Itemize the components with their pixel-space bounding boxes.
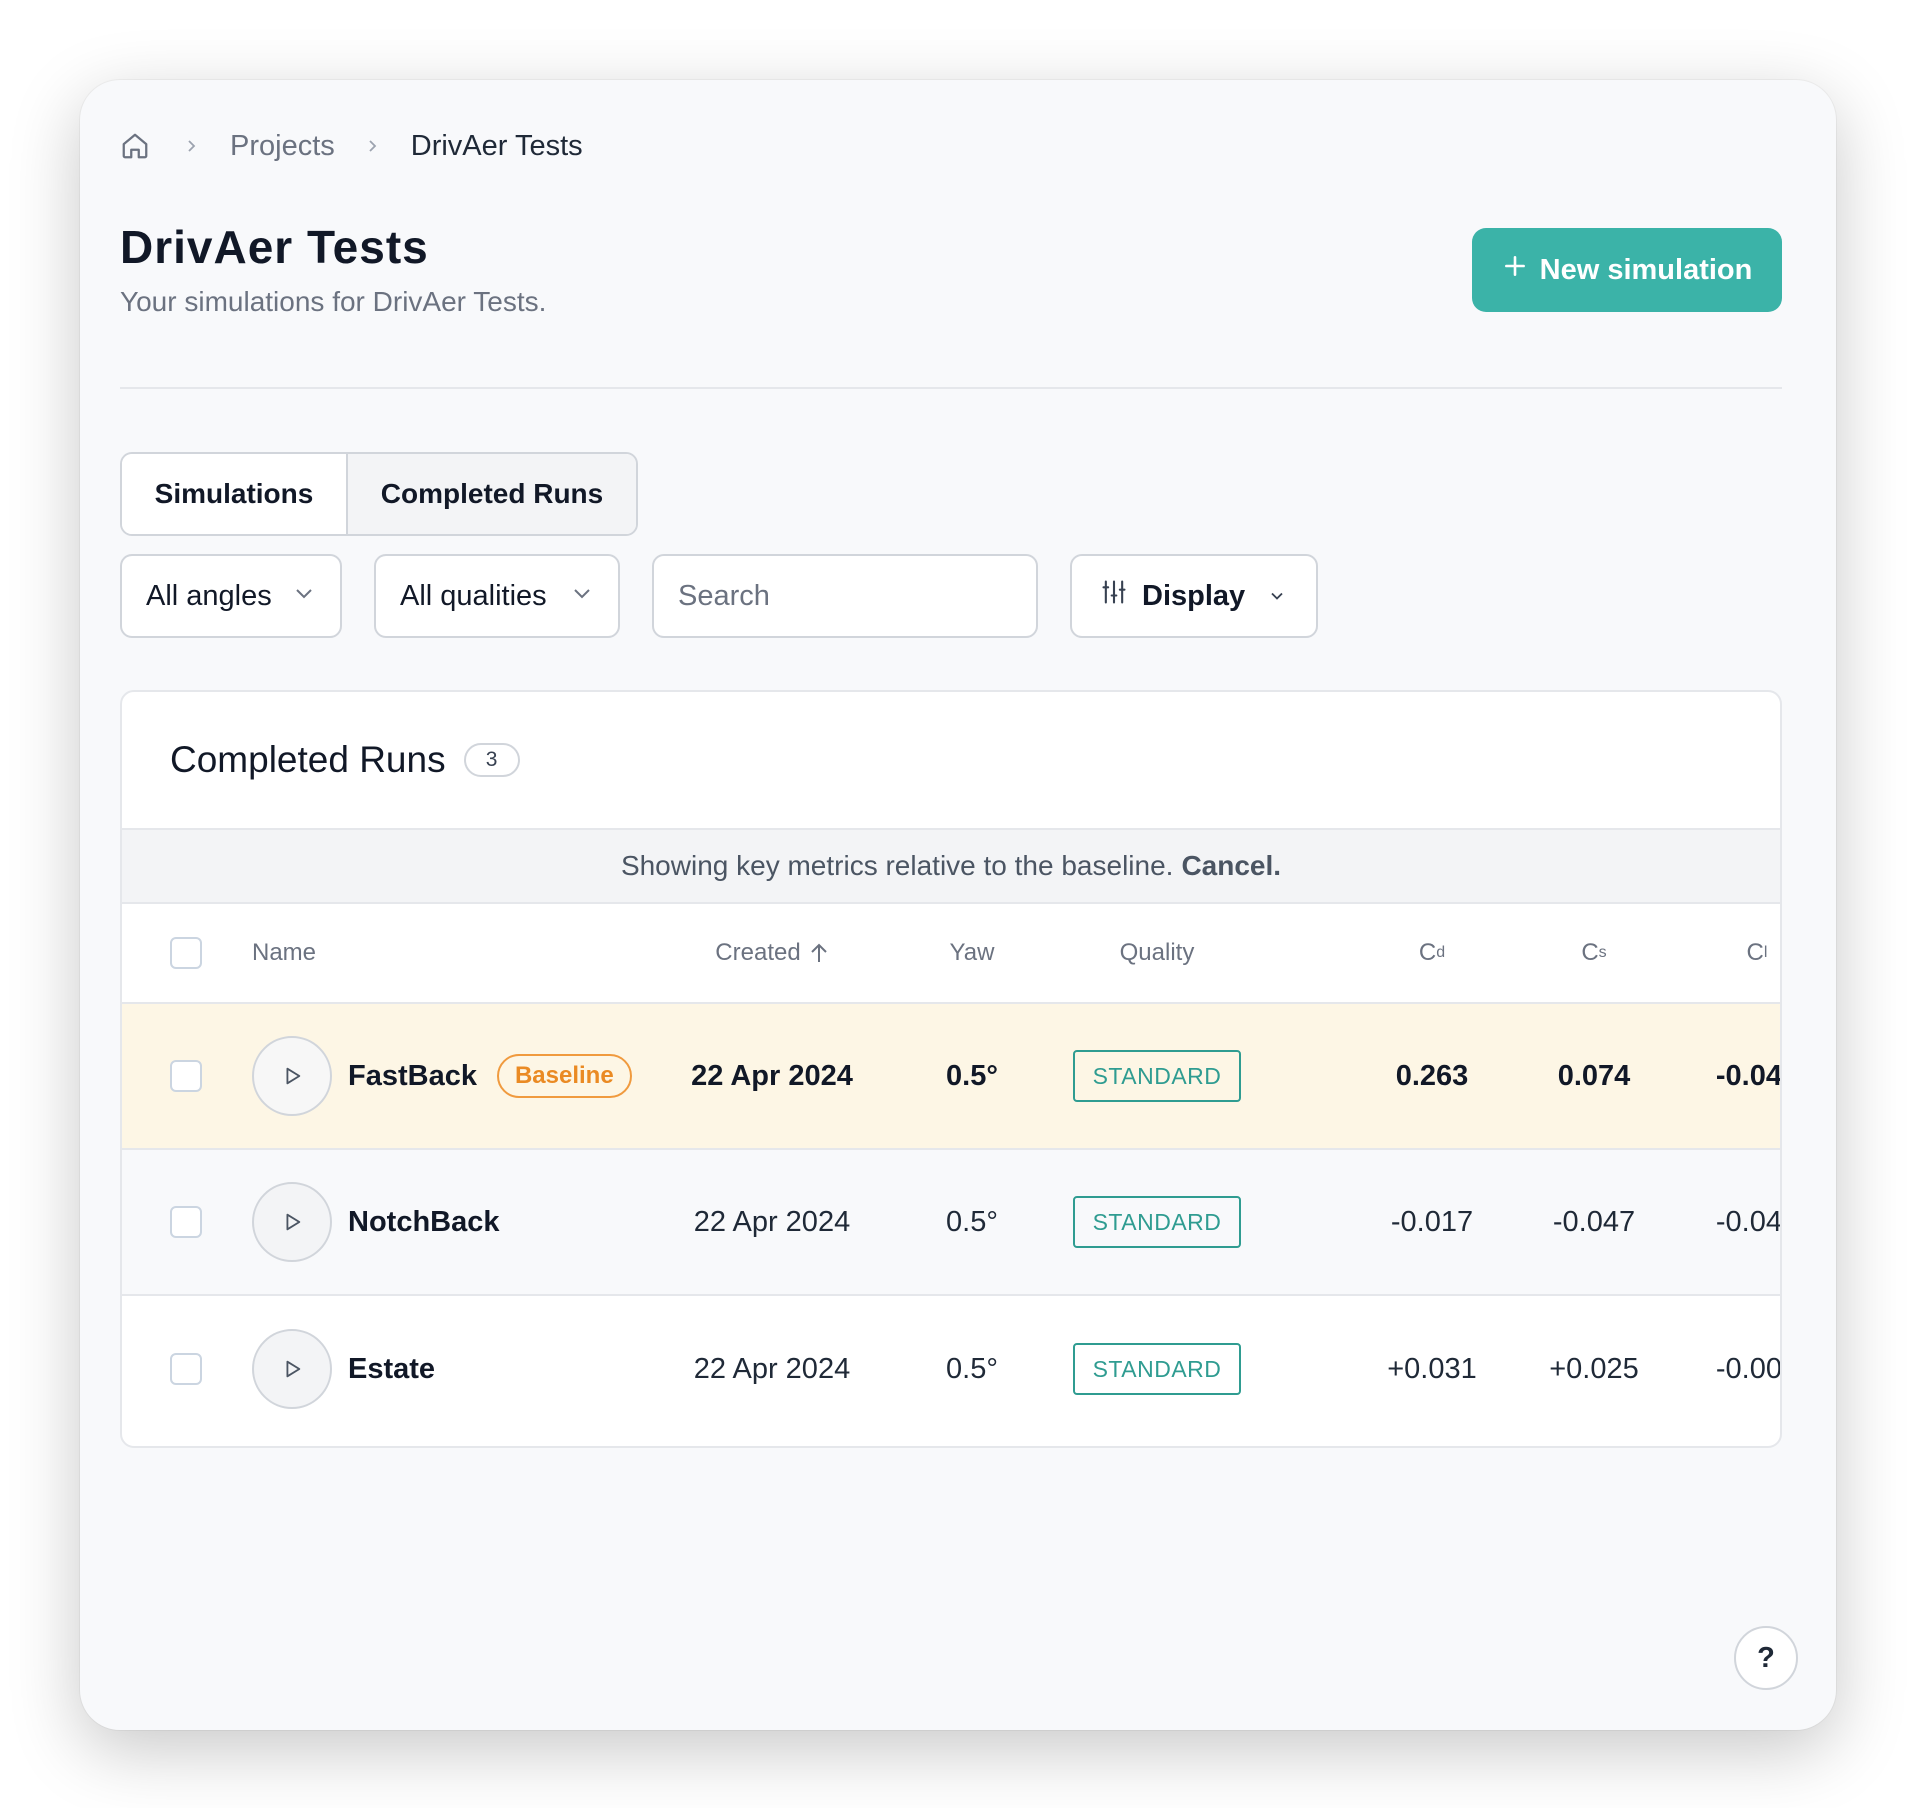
yaw-value: 0.5° — [946, 1352, 998, 1385]
chevron-right-icon — [184, 138, 200, 154]
breadcrumb-current: DrivAer Tests — [410, 129, 583, 162]
quality-badge: STANDARD — [1073, 1196, 1241, 1248]
count-badge: 3 — [463, 743, 520, 777]
qualities-dropdown-label: All qualities — [400, 579, 547, 612]
view-tabs: Simulations Completed Runs — [120, 452, 638, 536]
column-created-label: Created — [715, 939, 801, 966]
chevron-down-icon — [570, 580, 594, 613]
angles-dropdown-label: All angles — [146, 579, 272, 612]
cs-value: -0.047 — [1552, 1205, 1636, 1238]
created-date: 22 Apr 2024 — [691, 1059, 853, 1092]
tab-completed-runs[interactable]: Completed Runs — [346, 454, 636, 534]
home-icon[interactable] — [120, 129, 154, 163]
chevron-down-icon — [292, 580, 316, 613]
quality-badge: STANDARD — [1073, 1343, 1241, 1395]
column-cs[interactable]: Cs — [1534, 904, 1654, 1002]
search-placeholder: Search — [678, 579, 770, 612]
play-button[interactable] — [252, 1329, 332, 1409]
cl-value: -0.002 — [1715, 1352, 1782, 1385]
breadcrumb-projects[interactable]: Projects — [230, 130, 335, 163]
column-quality[interactable]: Quality — [1072, 904, 1242, 1002]
play-button[interactable] — [252, 1036, 332, 1116]
help-button[interactable]: ? — [1734, 1626, 1798, 1690]
column-created[interactable]: Created — [672, 904, 872, 1002]
cs-value: +0.025 — [1549, 1352, 1639, 1385]
search-input[interactable]: Search — [652, 554, 1038, 638]
created-date: 22 Apr 2024 — [693, 1205, 851, 1238]
run-name: FastBack — [348, 1059, 477, 1092]
row-checkbox[interactable] — [170, 1206, 202, 1238]
page-title: DrivAer Tests — [120, 221, 429, 273]
table-row[interactable]: Estate 22 Apr 2024 0.5° STANDARD +0.031 … — [122, 1296, 1780, 1442]
cancel-baseline-link[interactable]: Cancel. — [1181, 850, 1281, 882]
card-title: Completed Runs — [170, 739, 446, 780]
sliders-icon — [1100, 578, 1128, 614]
run-name: NotchBack — [348, 1205, 500, 1238]
card-header: Completed Runs 3 — [122, 692, 1780, 830]
row-checkbox[interactable] — [170, 1353, 202, 1385]
new-simulation-label: New simulation — [1539, 253, 1753, 286]
yaw-value: 0.5° — [946, 1059, 998, 1092]
cd-value: +0.031 — [1387, 1352, 1477, 1385]
arrow-up-icon — [809, 942, 829, 964]
play-icon — [286, 1360, 301, 1378]
column-cd[interactable]: Cd — [1372, 904, 1492, 1002]
angles-dropdown[interactable]: All angles — [120, 554, 342, 638]
table-row[interactable]: FastBack Baseline 22 Apr 2024 0.5° STAND… — [122, 1004, 1780, 1150]
column-cl-sub: l — [1763, 944, 1768, 961]
quality-badge: STANDARD — [1073, 1050, 1241, 1102]
plus-icon — [1502, 253, 1528, 287]
play-icon — [286, 1067, 301, 1085]
column-yaw[interactable]: Yaw — [922, 904, 1022, 1002]
column-cl-base: C — [1746, 939, 1764, 966]
play-icon — [286, 1213, 301, 1231]
page-subtitle: Your simulations for DrivAer Tests. — [120, 286, 547, 317]
baseline-notice-text: Showing key metrics relative to the base… — [620, 850, 1174, 881]
chevron-down-icon — [1267, 586, 1287, 606]
play-button[interactable] — [252, 1182, 332, 1262]
new-simulation-button[interactable]: New simulation — [1472, 228, 1782, 312]
select-all-checkbox[interactable] — [170, 937, 202, 969]
app-window: Projects DrivAer Tests DrivAer Tests You… — [80, 80, 1836, 1730]
table-header: Name Created Yaw Quality Cd Cs Cl — [122, 904, 1780, 1004]
chevron-right-icon — [365, 138, 381, 154]
display-button[interactable]: Display — [1070, 554, 1318, 638]
divider — [120, 387, 1782, 389]
column-cl[interactable]: Cl — [1697, 904, 1780, 1002]
cl-value: -0.047 — [1715, 1059, 1782, 1092]
column-cs-sub: s — [1598, 944, 1607, 961]
breadcrumb: Projects DrivAer Tests — [120, 116, 583, 176]
column-cd-base: C — [1418, 939, 1437, 966]
tab-simulations[interactable]: Simulations — [122, 454, 346, 534]
display-label: Display — [1142, 579, 1246, 612]
qualities-dropdown[interactable]: All qualities — [374, 554, 620, 638]
cs-value: 0.074 — [1557, 1059, 1631, 1092]
column-cd-sub: d — [1436, 944, 1446, 961]
baseline-badge: Baseline — [496, 1054, 632, 1098]
cd-value: -0.017 — [1390, 1205, 1474, 1238]
created-date: 22 Apr 2024 — [693, 1352, 851, 1385]
yaw-value: 0.5° — [946, 1205, 998, 1238]
completed-runs-card: Completed Runs 3 Showing key metrics rel… — [120, 690, 1782, 1448]
run-name: Estate — [348, 1352, 436, 1385]
column-name[interactable]: Name — [252, 904, 672, 1002]
baseline-notice: Showing key metrics relative to the base… — [122, 830, 1780, 904]
column-cs-base: C — [1581, 939, 1599, 966]
cl-value: -0.043 — [1715, 1205, 1782, 1238]
filter-bar: All angles All qualities Search Display — [120, 554, 1318, 638]
table-row[interactable]: NotchBack 22 Apr 2024 0.5° STANDARD -0.0… — [122, 1150, 1780, 1296]
cd-value: 0.263 — [1395, 1059, 1469, 1092]
row-checkbox[interactable] — [170, 1060, 202, 1092]
